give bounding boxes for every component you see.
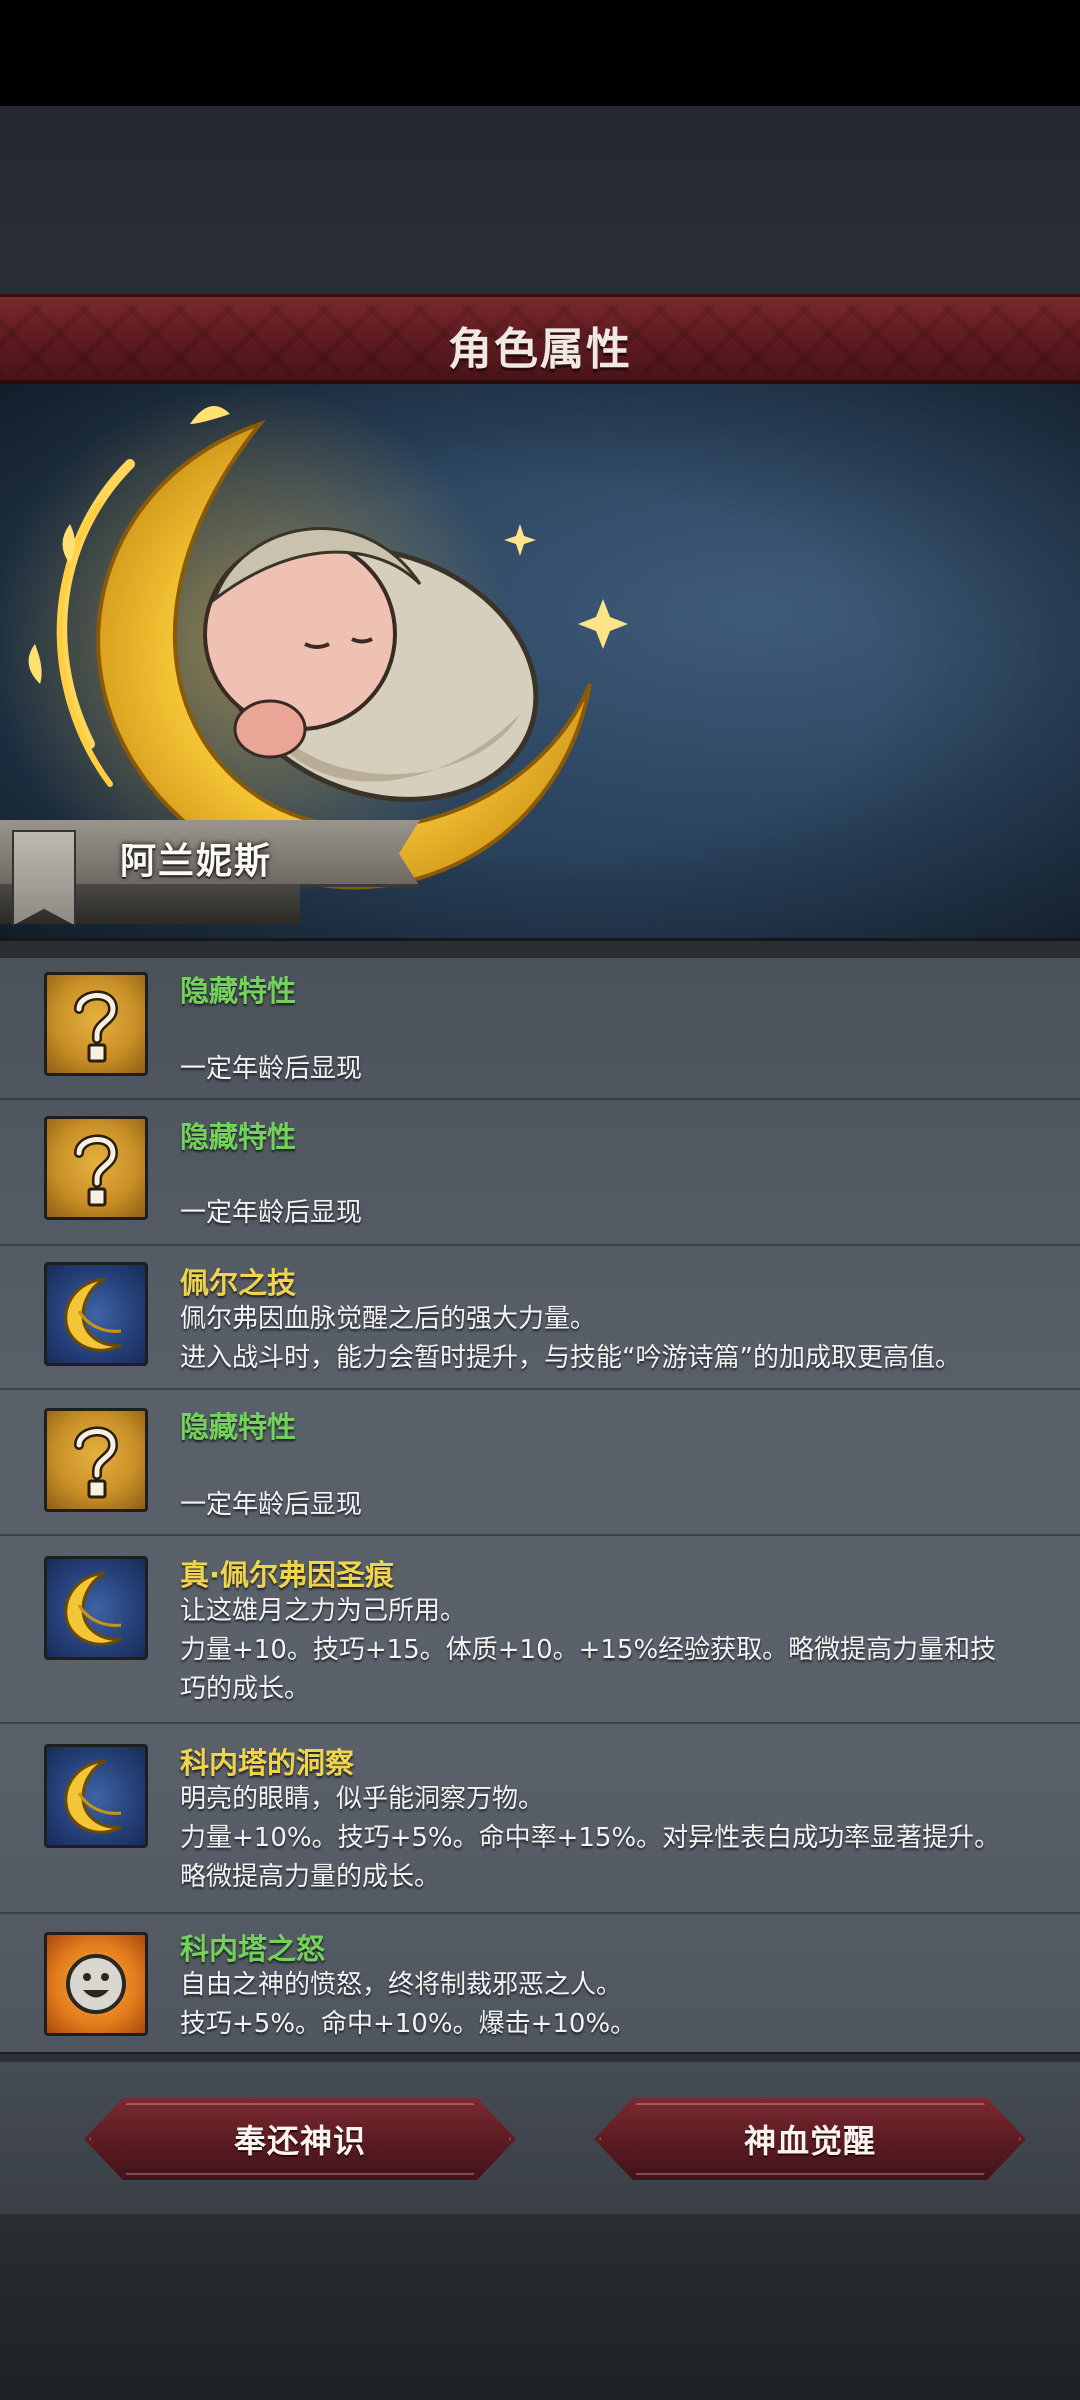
bloodline-awaken-label: 神血觉醒 <box>743 2122 876 2160</box>
return-divinity-button[interactable]: 奉还神识 <box>84 2098 516 2180</box>
trait-desc: 力量+10%。技巧+5%。命中率+15%。对异性表白成功率显著提升。 <box>180 1823 1001 1853</box>
trait-desc: 进入战斗时，能力会暂时提升，与技能“吟游诗篇”的加成取更高值。 <box>180 1343 961 1373</box>
trait-title: 隐藏特性 <box>180 1410 297 1444</box>
trait-desc: 略微提高力量的成长。 <box>180 1862 441 1892</box>
trait-title: 隐藏特性 <box>180 1120 297 1154</box>
trait-desc: 一定年龄后显现 <box>180 1054 363 1084</box>
trait-desc: 明亮的眼睛，似乎能洞察万物。 <box>180 1784 545 1814</box>
question-mark-icon <box>44 1116 148 1220</box>
trait-row[interactable]: 科内塔之怒 自由之神的愤怒，终将制裁邪恶之人。 技巧+5%。命中+10%。爆击+… <box>0 1914 1080 2052</box>
trait-row[interactable]: 真·佩尔弗因圣痕 让这雄月之力为己所用。 力量+10。技巧+15。体质+10。+… <box>0 1536 1080 1724</box>
smiling-face-icon <box>44 1932 148 2036</box>
trait-title: 科内塔之怒 <box>180 1932 326 1966</box>
trait-desc: 佩尔弗因血脉觉醒之后的强大力量。 <box>180 1304 597 1334</box>
trait-title: 佩尔之技 <box>180 1266 297 1300</box>
question-mark-icon <box>44 1408 148 1512</box>
crescent-moon-icon <box>44 1744 148 1848</box>
trait-title: 隐藏特性 <box>180 974 297 1008</box>
trait-row[interactable]: 隐藏特性 一定年龄后显现 <box>0 1100 1080 1246</box>
crescent-moon-icon <box>44 1262 148 1366</box>
trait-desc: 自由之神的愤怒，终将制裁邪恶之人。 <box>180 1970 623 2000</box>
trait-desc: 一定年龄后显现 <box>180 1490 363 1520</box>
crescent-moon-icon <box>44 1556 148 1660</box>
question-mark-icon <box>44 972 148 1076</box>
return-divinity-label: 奉还神识 <box>233 2122 366 2160</box>
trait-desc: 一定年龄后显现 <box>180 1198 363 1228</box>
title-bar: 角色属性 <box>0 294 1080 384</box>
bottom-background <box>0 2214 1080 2400</box>
page-title: 角色属性 <box>448 324 632 375</box>
trait-desc: 技巧+5%。命中+10%。爆击+10%。 <box>180 2009 637 2039</box>
trait-desc: 力量+10。技巧+15。体质+10。+15%经验获取。略微提高力量和技 <box>180 1635 997 1665</box>
trait-desc: 巧的成长。 <box>180 1674 311 1704</box>
trait-row[interactable]: 隐藏特性 一定年龄后显现 <box>0 958 1080 1100</box>
bloodline-awaken-button[interactable]: 神血觉醒 <box>594 2098 1026 2180</box>
trait-title: 真·佩尔弗因圣痕 <box>180 1558 395 1592</box>
trait-row[interactable]: 隐藏特性 一定年龄后显现 <box>0 1390 1080 1536</box>
trait-row[interactable]: 科内塔的洞察 明亮的眼睛，似乎能洞察万物。 力量+10%。技巧+5%。命中率+1… <box>0 1724 1080 1914</box>
character-name: 阿兰妮斯 <box>120 841 273 882</box>
trait-title: 科内塔的洞察 <box>180 1746 355 1780</box>
trait-list[interactable]: 隐藏特性 一定年龄后显现 隐藏特性 一定年龄后显现 佩尔之技 佩尔弗因血脉觉醒之… <box>0 958 1080 2052</box>
trait-desc: 让这雄月之力为己所用。 <box>180 1596 467 1626</box>
trait-row[interactable]: 佩尔之技 佩尔弗因血脉觉醒之后的强大力量。 进入战斗时，能力会暂时提升，与技能“… <box>0 1246 1080 1390</box>
status-bar-area <box>0 0 1080 106</box>
top-background <box>0 106 1080 296</box>
